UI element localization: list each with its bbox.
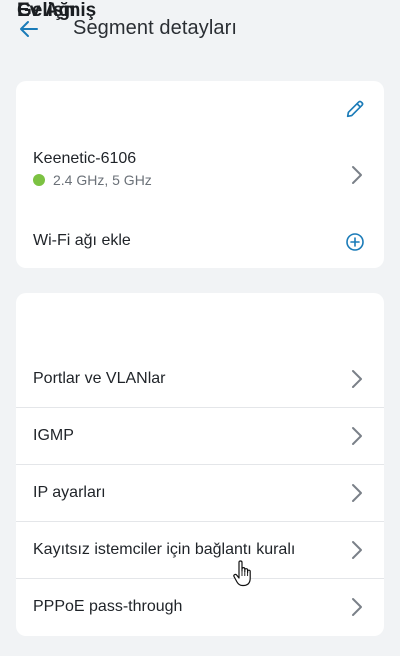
list-item-label: IP ayarları	[33, 484, 106, 501]
chevron-right-icon	[350, 369, 364, 389]
list-item-igmp[interactable]: IGMP	[16, 408, 384, 465]
network-name: Keenetic-6106	[33, 150, 137, 167]
list-item-label: PPPoE pass-through	[33, 598, 183, 615]
list-item-pppoe-passthrough[interactable]: PPPoE pass-through	[16, 579, 384, 636]
chevron-right-icon	[350, 483, 364, 503]
list-item-ports-vlans[interactable]: Portlar ve VLANlar	[16, 351, 384, 408]
list-item-ip-settings[interactable]: IP ayarları	[16, 465, 384, 522]
chevron-right-icon	[350, 597, 364, 617]
chevron-right-icon	[350, 426, 364, 446]
add-wifi-row[interactable]: Wi-Fi ağı ekle	[16, 222, 384, 260]
add-wifi-label: Wi-Fi ağı ekle	[33, 232, 131, 249]
network-bands: 2.4 GHz, 5 GHz	[53, 172, 152, 188]
network-row[interactable]: Keenetic-6106 2.4 GHz, 5 GHz	[16, 144, 384, 206]
chevron-right-icon	[350, 540, 364, 560]
status-dot	[33, 174, 45, 186]
list-item-label: IGMP	[33, 427, 74, 444]
app-screen: Segment detayları Ev Ağı Keenetic-6106 2…	[0, 0, 400, 656]
plus-circle-icon[interactable]	[345, 232, 365, 252]
list-item-unregistered-clients-rule[interactable]: Kayıtsız istemciler için bağlantı kuralı	[16, 522, 384, 579]
list-item-label: Kayıtsız istemciler için bağlantı kuralı	[33, 541, 296, 558]
pencil-icon	[346, 100, 364, 118]
edit-button[interactable]	[343, 97, 367, 121]
list-item-label: Portlar ve VLANlar	[33, 370, 166, 387]
advanced-card-title: Gelişmiş	[17, 0, 97, 21]
page-title: Segment detayları	[73, 17, 238, 39]
chevron-right-icon	[350, 165, 364, 185]
